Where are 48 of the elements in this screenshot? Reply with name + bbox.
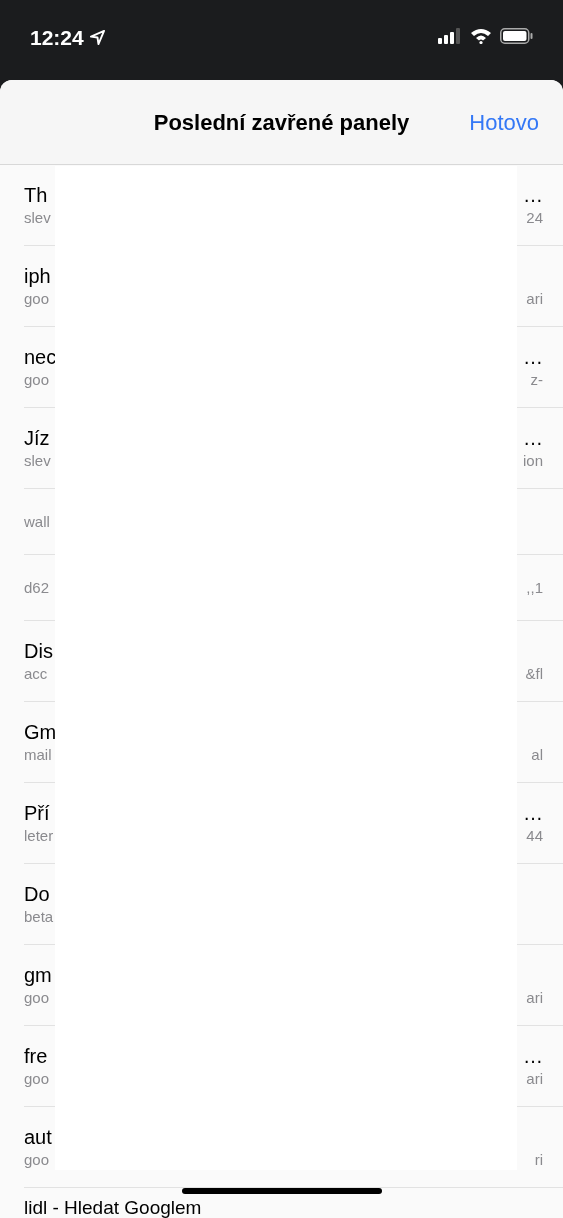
tab-url: goo xyxy=(24,370,50,390)
tab-url: ion xyxy=(522,451,543,471)
battery-icon xyxy=(500,28,533,44)
tab-title: nec xyxy=(24,345,57,370)
tab-url: goo xyxy=(24,988,50,1008)
tab-url: acc xyxy=(24,664,48,684)
tab-url: &fl xyxy=(525,664,543,684)
tab-title: fre xyxy=(24,1044,48,1069)
clock-time: 12:24 xyxy=(30,25,84,51)
tab-url: slev xyxy=(24,208,51,228)
tab-url: 24 xyxy=(526,208,543,228)
tab-url: ari xyxy=(526,988,543,1008)
tab-url: ,,1 xyxy=(526,577,543,598)
tab-url: d62 xyxy=(24,577,50,598)
tab-url: goo xyxy=(24,289,50,309)
tab-url: goo xyxy=(24,1069,50,1089)
tab-title: Pří xyxy=(24,801,50,826)
tab-title: … xyxy=(523,1044,543,1069)
tab-title: Dis xyxy=(24,639,53,664)
signal-icon xyxy=(438,28,462,44)
tab-url: ri xyxy=(534,1150,543,1170)
tab-title: Do xyxy=(24,882,50,907)
tab-title: Gm xyxy=(24,720,57,745)
tab-url: slev xyxy=(24,451,51,471)
wifi-icon xyxy=(470,28,492,44)
tab-url: z- xyxy=(530,370,543,390)
tab-url: leter xyxy=(24,826,54,846)
tab-url: goo xyxy=(24,1150,50,1170)
tab-title: … xyxy=(523,345,543,370)
tab-title: aut xyxy=(24,1125,52,1150)
tab-title: iph xyxy=(24,264,51,289)
tab-title: Jíz xyxy=(24,426,50,451)
tab-url: 44 xyxy=(526,826,543,846)
sheet-title: Poslední zavřené panely xyxy=(153,108,410,137)
location-arrow-icon xyxy=(89,30,105,46)
done-button[interactable]: Hotovo xyxy=(469,105,539,139)
tab-title: … xyxy=(523,801,543,826)
tab-url: wall xyxy=(24,511,50,532)
tab-url: beta xyxy=(24,907,54,927)
tab-title: gm xyxy=(24,963,52,988)
tab-url: ari xyxy=(526,1069,543,1089)
tab-url: al xyxy=(531,745,543,765)
tab-url: ari xyxy=(526,289,543,309)
tab-url: mail xyxy=(24,745,52,765)
tab-title: Th xyxy=(24,183,48,208)
tab-title: … xyxy=(523,426,543,451)
tab-title: lidl - Hledat Googlem xyxy=(24,1197,202,1218)
tab-title: … xyxy=(523,183,543,208)
